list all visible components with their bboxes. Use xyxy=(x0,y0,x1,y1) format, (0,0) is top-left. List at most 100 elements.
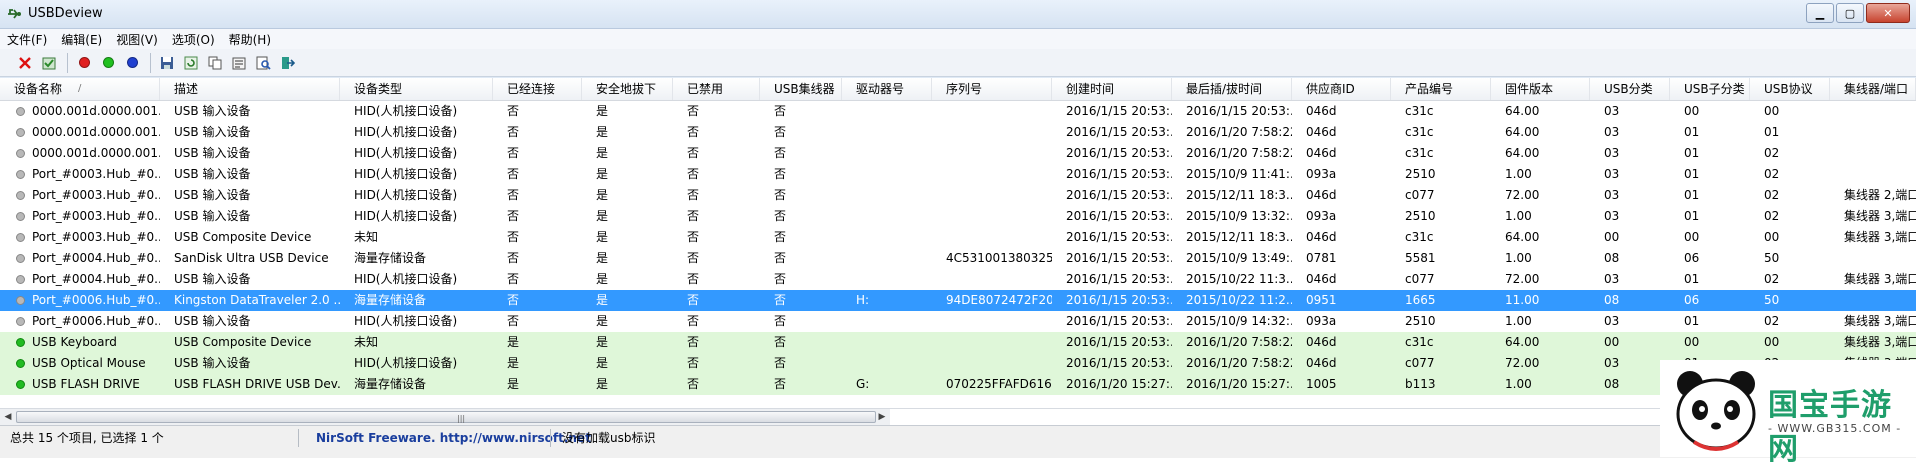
column-header[interactable]: 驱动器号 xyxy=(842,78,932,100)
table-cell xyxy=(852,332,932,353)
exit-button[interactable] xyxy=(276,52,298,74)
table-cell: USB 输入设备 xyxy=(174,167,251,181)
table-row[interactable]: Port_#0006.Hub_#0... USB 输入设备 HID(人机接口设备) 否… xyxy=(0,311,1916,332)
table-cell: 1.00 xyxy=(1505,377,1532,391)
copy-button[interactable] xyxy=(204,52,226,74)
table-cell: 03 xyxy=(1604,272,1620,286)
column-header[interactable]: 安全地拔下 xyxy=(582,78,673,100)
table-row[interactable]: USB FLASH DRIVE USB FLASH DRIVE USB Dev..… xyxy=(0,374,1916,395)
disconnected-dot-icon xyxy=(16,170,25,179)
table-cell: 03 xyxy=(1604,209,1620,223)
table-cell: 2016/1/20 15:27:... xyxy=(1186,377,1292,391)
table-cell xyxy=(852,101,932,122)
disconnected-dot-icon xyxy=(16,191,25,200)
column-header[interactable]: 序列号 xyxy=(932,78,1052,100)
column-header[interactable]: 创建时间 xyxy=(1052,78,1172,100)
column-header[interactable]: 固件版本 xyxy=(1491,78,1590,100)
status-message: 没有加载usb标识 xyxy=(562,431,656,445)
table-cell: 否 xyxy=(774,272,787,286)
table-cell: USB Composite Device xyxy=(174,230,312,244)
red-dot-icon xyxy=(78,57,90,68)
table-cell xyxy=(942,332,1052,353)
save-button[interactable] xyxy=(156,52,178,74)
menu-view[interactable]: 视图(V) xyxy=(109,31,165,48)
table-cell: 否 xyxy=(507,167,520,181)
column-header[interactable]: 已经连接 xyxy=(493,78,582,100)
refresh-button[interactable] xyxy=(180,52,202,74)
table-row[interactable]: Port_#0006.Hub_#0... Kingston DataTravele… xyxy=(0,290,1916,311)
device-list[interactable]: 设备名称 描述 设备类型 已经连接 安全地拔下 已禁用 USB集线器 驱动器号 序列号 创建时间最… xyxy=(0,78,1916,408)
menu-options[interactable]: 选项(O) xyxy=(165,31,222,48)
blue-button[interactable] xyxy=(121,52,143,74)
table-cell: Port_#0006.Hub_#0... xyxy=(32,293,160,307)
table-cell: 否 xyxy=(507,146,520,160)
disable-button[interactable] xyxy=(73,52,95,74)
table-cell xyxy=(942,353,1052,374)
table-cell xyxy=(942,227,1052,248)
table-cell: 否 xyxy=(687,335,700,349)
column-header[interactable]: USB集线器 xyxy=(760,78,842,100)
table-cell: 03 xyxy=(1604,104,1620,118)
minimize-icon: ▁ xyxy=(1815,6,1825,20)
table-cell: 5581 xyxy=(1405,251,1436,265)
maximize-button[interactable]: ▢ xyxy=(1836,3,1864,23)
table-cell xyxy=(852,143,932,164)
find-button[interactable] xyxy=(252,52,274,74)
menu-help[interactable]: 帮助(H) xyxy=(222,31,278,48)
table-row[interactable]: 0000.001d.0000.001... USB 输入设备 HID(人机接口设备)… xyxy=(0,101,1916,122)
table-row[interactable]: 0000.001d.0000.001... USB 输入设备 HID(人机接口设备)… xyxy=(0,122,1916,143)
column-header[interactable]: 最后插/拔时间 xyxy=(1172,78,1292,100)
table-row[interactable]: USB Keyboard USB Composite Device 未知 是 是 否 否 20… xyxy=(0,332,1916,353)
table-cell: 否 xyxy=(774,188,787,202)
table-cell: 00 xyxy=(1604,230,1620,244)
table-cell: 2016/1/15 20:53:... xyxy=(1066,314,1172,328)
table-row[interactable]: Port_#0004.Hub_#0... SanDisk Ultra USB De… xyxy=(0,248,1916,269)
table-cell: 否 xyxy=(507,230,520,244)
table-row[interactable]: Port_#0004.Hub_#0... USB 输入设备 HID(人机接口设备) 否… xyxy=(0,269,1916,290)
scrollbar-thumb[interactable]: ||| xyxy=(16,411,876,423)
scroll-right-icon[interactable]: ▶ xyxy=(874,409,890,425)
column-header[interactable]: USB分类 xyxy=(1590,78,1670,100)
properties-button[interactable] xyxy=(228,52,250,74)
column-header[interactable]: 已禁用 xyxy=(673,78,760,100)
table-row[interactable]: Port_#0003.Hub_#0... USB 输入设备 HID(人机接口设备) 否… xyxy=(0,185,1916,206)
table-cell: 2016/1/15 20:53:... xyxy=(1186,104,1292,118)
minimize-button[interactable]: ▁ xyxy=(1806,3,1834,23)
table-cell: 是 xyxy=(596,125,609,139)
table-cell: 50 xyxy=(1764,293,1780,307)
table-cell: 093a xyxy=(1306,314,1337,328)
column-header[interactable]: 供应商ID xyxy=(1292,78,1391,100)
close-button[interactable]: ✕ xyxy=(1866,3,1910,23)
uninstall-button[interactable] xyxy=(38,52,60,74)
horizontal-scrollbar[interactable]: ◀ ||| ▶ xyxy=(0,408,890,425)
table-row[interactable]: 0000.001d.0000.001... USB 输入设备 HID(人机接口设备)… xyxy=(0,143,1916,164)
table-cell: c077 xyxy=(1405,272,1435,286)
menu-edit[interactable]: 编辑(E) xyxy=(54,31,109,48)
table-cell: 046d xyxy=(1306,188,1337,202)
column-header[interactable]: 设备类型 xyxy=(340,78,493,100)
menu-file[interactable]: 文件(F) xyxy=(0,31,54,48)
table-row[interactable]: USB Optical Mouse USB 输入设备 HID(人机接口设备) 是 是 否 否… xyxy=(0,353,1916,374)
column-header[interactable]: 描述 xyxy=(160,78,340,100)
table-row[interactable]: Port_#0003.Hub_#0... USB Composite Device… xyxy=(0,227,1916,248)
table-cell: 否 xyxy=(774,314,787,328)
enable-button[interactable] xyxy=(97,52,119,74)
table-cell xyxy=(942,269,1052,290)
disconnected-dot-icon xyxy=(16,275,25,284)
column-header[interactable]: 产品编号 xyxy=(1391,78,1491,100)
table-cell: 否 xyxy=(687,188,700,202)
column-header[interactable]: USB子分类 xyxy=(1670,78,1750,100)
delete-button[interactable] xyxy=(14,52,36,74)
table-cell: 00 xyxy=(1764,104,1780,118)
scroll-left-icon[interactable]: ◀ xyxy=(0,409,16,425)
column-header[interactable]: 集线器/端口 xyxy=(1830,78,1916,100)
table-cell: HID(人机接口设备) xyxy=(354,356,458,370)
table-cell xyxy=(852,269,932,290)
table-cell: USB Composite Device xyxy=(174,335,312,349)
table-row[interactable]: Port_#0003.Hub_#0... USB 输入设备 HID(人机接口设备) 否… xyxy=(0,206,1916,227)
table-row[interactable]: Port_#0003.Hub_#0... USB 输入设备 HID(人机接口设备) 否… xyxy=(0,164,1916,185)
table-cell: 1.00 xyxy=(1505,314,1532,328)
table-cell: 046d xyxy=(1306,356,1337,370)
column-header[interactable]: USB协议 xyxy=(1750,78,1830,100)
title-bar: USBDeview ▁ ▢ ✕ xyxy=(0,0,1916,29)
